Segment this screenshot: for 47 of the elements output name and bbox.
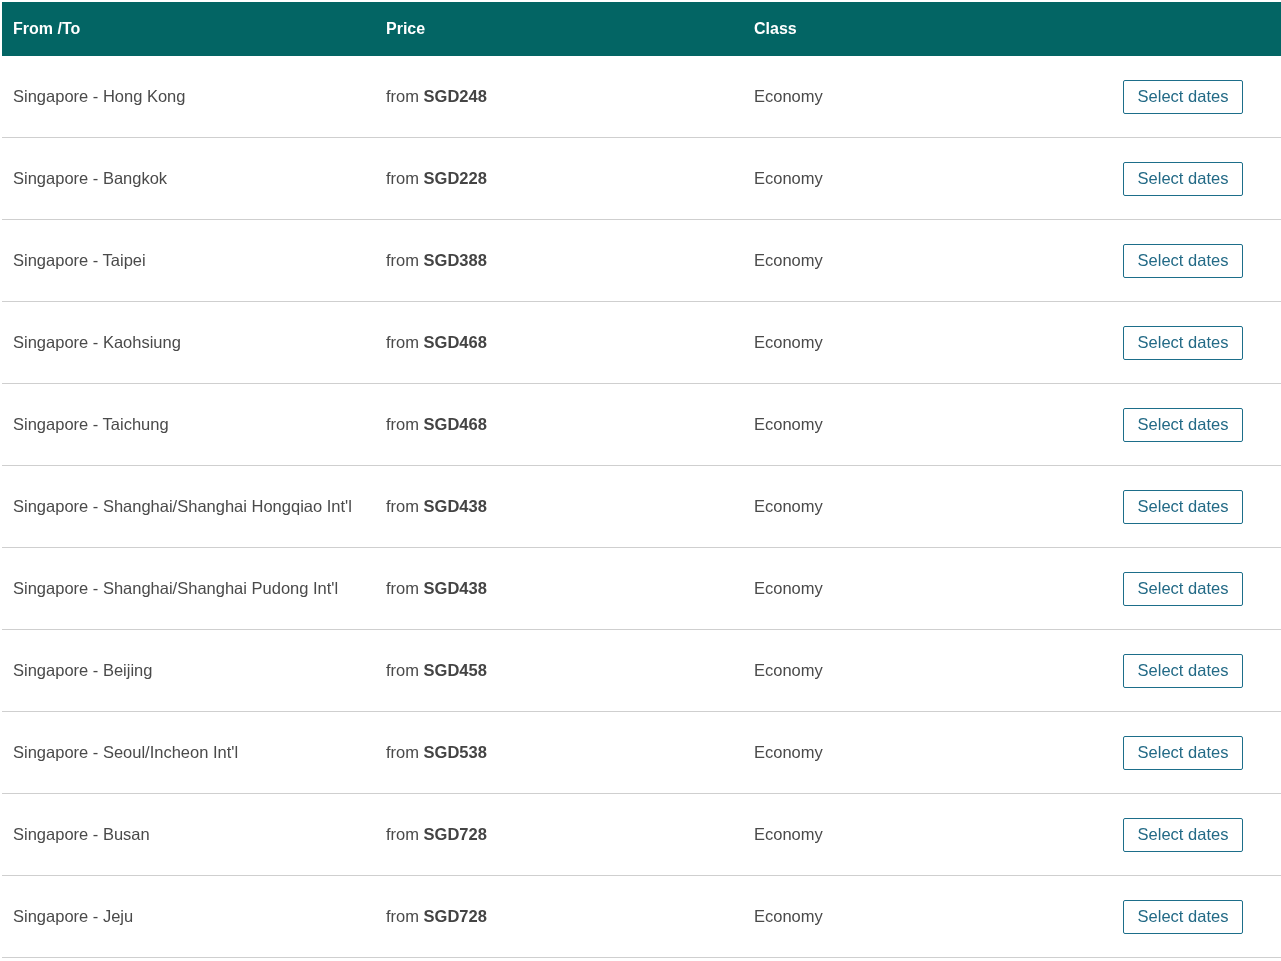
select-dates-button[interactable]: Select dates: [1123, 161, 1243, 196]
class-cell-text: Economy: [754, 825, 824, 844]
price-cell-text: from SGD388: [386, 251, 488, 270]
route-cell-text: Singapore - Jeju: [12, 907, 135, 926]
select-dates-button[interactable]: Select dates: [1123, 571, 1243, 606]
column-header: From /To: [12, 20, 82, 38]
class-cell-text: Economy: [754, 907, 824, 926]
route-cell-text: Singapore - Beijing: [12, 661, 154, 680]
class-cell-text: Economy: [754, 333, 824, 352]
price-cell-text: from SGD538: [386, 743, 488, 762]
price-cell-text: from SGD438: [386, 579, 488, 598]
select-dates-button[interactable]: Select dates: [1123, 653, 1243, 688]
class-cell-text: Economy: [754, 497, 824, 516]
select-dates-button[interactable]: Select dates: [1123, 735, 1243, 770]
select-dates-button[interactable]: Select dates: [1123, 817, 1243, 852]
column-header: Price: [386, 20, 427, 38]
price-cell-text: from SGD728: [386, 907, 488, 926]
select-dates-button[interactable]: Select dates: [1123, 79, 1243, 114]
route-cell-text: Singapore - Hong Kong: [12, 87, 187, 106]
class-cell-text: Economy: [754, 169, 824, 188]
class-cell-text: Economy: [754, 251, 824, 270]
class-cell-text: Economy: [754, 579, 824, 598]
route-cell-text: Singapore - Seoul/Incheon Int'l: [12, 743, 240, 762]
select-dates-button[interactable]: Select dates: [1123, 325, 1243, 360]
route-cell-text: Singapore - Shanghai/Shanghai Pudong Int'l: [12, 579, 340, 598]
select-dates-button[interactable]: Select dates: [1123, 243, 1243, 278]
price-cell-text: from SGD438: [386, 497, 488, 516]
class-cell-text: Economy: [754, 415, 824, 434]
route-cell-text: Singapore - Kaohsiung: [12, 333, 182, 352]
route-cell-text: Singapore - Busan: [12, 825, 151, 844]
price-cell-text: from SGD228: [386, 169, 488, 188]
price-cell-text: from SGD728: [386, 825, 488, 844]
select-dates-button[interactable]: Select dates: [1123, 407, 1243, 442]
class-cell-text: Economy: [754, 743, 824, 762]
class-cell-text: Economy: [754, 87, 824, 106]
route-cell-text: Singapore - Shanghai/Shanghai Hongqiao Int'l: [12, 497, 353, 516]
class-cell-text: Economy: [754, 661, 824, 680]
route-cell-text: Singapore - Taichung: [12, 415, 170, 434]
column-header: Class: [754, 20, 798, 38]
select-dates-button[interactable]: Select dates: [1123, 489, 1243, 524]
price-cell-text: from SGD248: [386, 87, 488, 106]
price-cell-text: from SGD458: [386, 661, 488, 680]
route-cell-text: Singapore - Taipei: [12, 251, 147, 270]
price-cell-text: from SGD468: [386, 415, 488, 434]
select-dates-button[interactable]: Select dates: [1123, 899, 1243, 934]
price-cell-text: from SGD468: [386, 333, 488, 352]
route-cell-text: Singapore - Bangkok: [12, 169, 169, 188]
